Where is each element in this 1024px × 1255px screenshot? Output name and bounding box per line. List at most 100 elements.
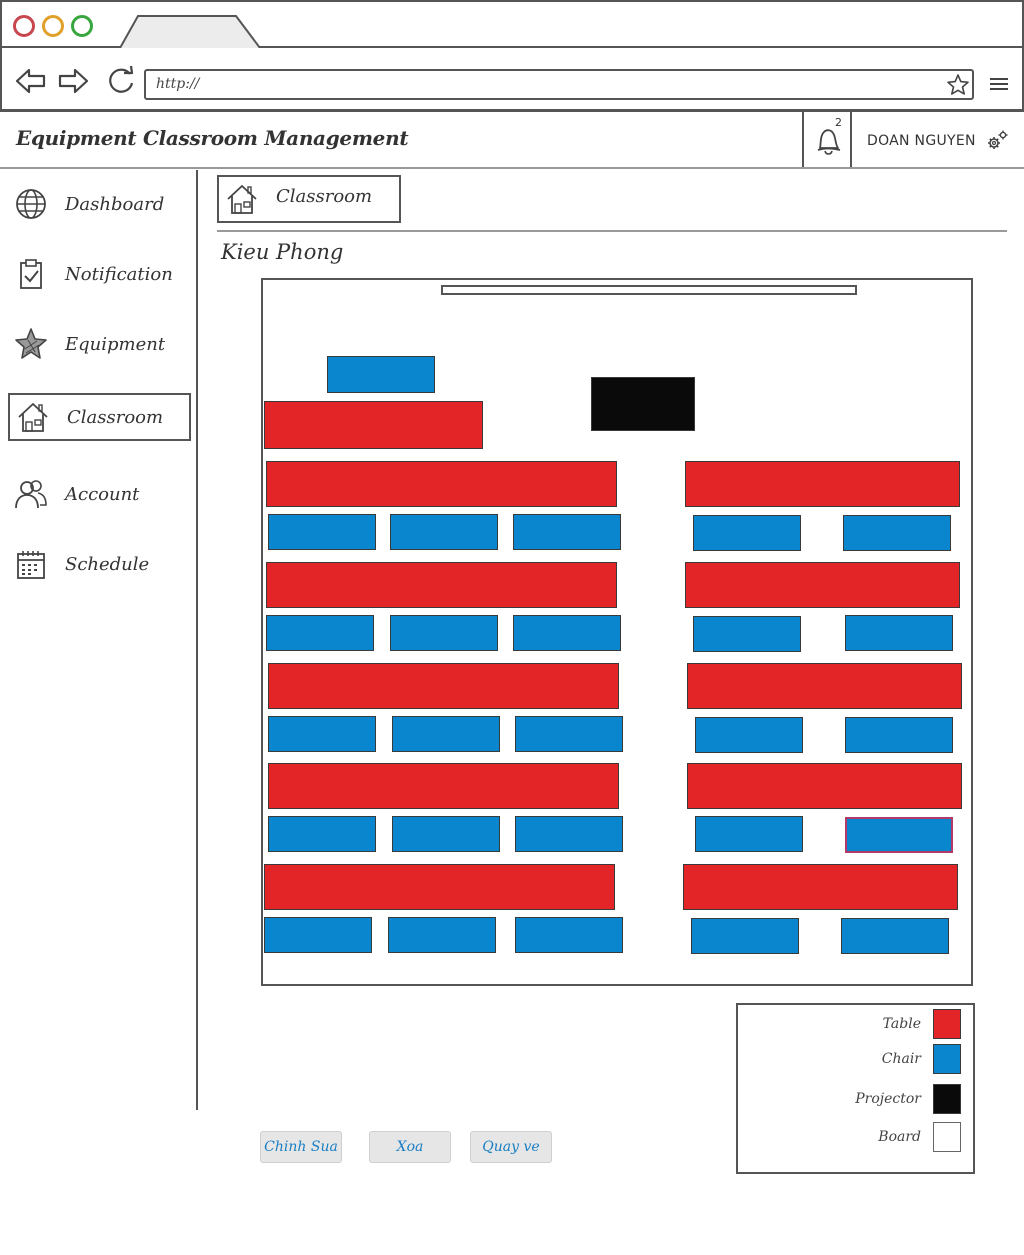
- student-chair[interactable]: [513, 514, 621, 550]
- student-chair[interactable]: [515, 917, 623, 953]
- student-chair[interactable]: [841, 918, 949, 954]
- delete-button[interactable]: Xoa: [369, 1131, 451, 1163]
- student-chair[interactable]: [266, 615, 374, 651]
- student-chair[interactable]: [843, 515, 951, 551]
- sidebar-item-label: Equipment: [65, 333, 166, 355]
- student-chair[interactable]: [515, 816, 623, 852]
- minimize-window-button[interactable]: [42, 15, 64, 37]
- header-divider: [850, 112, 852, 167]
- student-chair[interactable]: [693, 515, 801, 551]
- student-chair[interactable]: [268, 816, 376, 852]
- sidebar-item-account[interactable]: Account: [8, 470, 191, 518]
- legend-item-table: Table: [883, 1008, 961, 1040]
- student-chair[interactable]: [515, 716, 623, 752]
- student-chair-selected[interactable]: [845, 817, 953, 853]
- student-chair[interactable]: [268, 514, 376, 550]
- sidebar-item-label: Classroom: [67, 406, 164, 428]
- student-chair[interactable]: [695, 717, 803, 753]
- back-button[interactable]: Quay ve: [470, 1131, 552, 1163]
- house-icon: [227, 185, 257, 214]
- calendar-icon: [17, 551, 45, 579]
- student-table[interactable]: [266, 562, 617, 608]
- breadcrumb[interactable]: Classroom: [217, 175, 401, 223]
- student-table[interactable]: [264, 864, 615, 910]
- clipboard-check-icon: [20, 259, 42, 289]
- legend-label: Projector: [855, 1091, 921, 1107]
- student-table[interactable]: [687, 663, 962, 709]
- reload-icon[interactable]: [104, 64, 138, 98]
- student-chair[interactable]: [264, 917, 372, 953]
- divider: [217, 230, 1007, 232]
- student-table[interactable]: [687, 763, 962, 809]
- student-chair[interactable]: [388, 917, 496, 953]
- sidebar: Dashboard Notification Equipment Classro…: [0, 170, 198, 1110]
- forward-arrow-icon[interactable]: [56, 64, 90, 98]
- legend-label: Table: [882, 1016, 921, 1032]
- users-icon: [15, 480, 47, 509]
- url-text: http://: [156, 76, 200, 92]
- legend-label: Chair: [881, 1051, 921, 1067]
- sidebar-item-label: Account: [65, 483, 140, 505]
- teacher-table[interactable]: [264, 401, 483, 449]
- student-table[interactable]: [268, 663, 619, 709]
- board[interactable]: [441, 285, 857, 295]
- maximize-window-button[interactable]: [71, 15, 93, 37]
- url-input[interactable]: http://: [144, 69, 974, 100]
- browser-window: http://: [0, 0, 1024, 112]
- legend: Table Chair Projector Board: [736, 1003, 975, 1174]
- projector[interactable]: [591, 377, 695, 431]
- legend-item-projector: Projector: [855, 1083, 961, 1115]
- browser-toolbar: http://: [2, 48, 1022, 112]
- student-chair[interactable]: [845, 615, 953, 651]
- app-header: Equipment Classroom Management 2 DOAN NG…: [0, 112, 1024, 169]
- browser-title-bar: [2, 2, 1022, 48]
- sidebar-item-notification[interactable]: Notification: [8, 250, 191, 298]
- edit-button[interactable]: Chinh Sua: [260, 1131, 342, 1163]
- student-chair[interactable]: [390, 615, 498, 651]
- student-table[interactable]: [685, 461, 960, 507]
- page-title: Kieu Phong: [221, 240, 344, 264]
- student-chair[interactable]: [268, 716, 376, 752]
- app-title: Equipment Classroom Management: [16, 126, 409, 150]
- house-icon: [18, 403, 48, 432]
- close-window-button[interactable]: [13, 15, 35, 37]
- legend-item-chair: Chair: [882, 1043, 961, 1075]
- bookmark-star-icon[interactable]: [946, 73, 970, 97]
- classroom-layout: [261, 278, 973, 986]
- sidebar-item-label: Schedule: [65, 553, 150, 575]
- student-chair[interactable]: [513, 615, 621, 651]
- student-chair[interactable]: [390, 514, 498, 550]
- legend-label: Board: [878, 1129, 921, 1145]
- legend-swatch-chair: [933, 1044, 961, 1074]
- student-chair[interactable]: [845, 717, 953, 753]
- student-table[interactable]: [685, 562, 960, 608]
- student-table[interactable]: [268, 763, 619, 809]
- student-chair[interactable]: [392, 816, 500, 852]
- student-table[interactable]: [683, 864, 958, 910]
- student-chair[interactable]: [693, 616, 801, 652]
- breadcrumb-label: Classroom: [276, 186, 373, 207]
- sidebar-item-classroom[interactable]: Classroom: [8, 393, 191, 441]
- gear-icon[interactable]: [985, 128, 1009, 152]
- sidebar-item-label: Dashboard: [65, 193, 165, 215]
- student-chair[interactable]: [392, 716, 500, 752]
- student-chair[interactable]: [691, 918, 799, 954]
- legend-swatch-projector: [933, 1084, 961, 1114]
- browser-tab[interactable]: [120, 15, 260, 48]
- legend-swatch-board: [933, 1122, 961, 1152]
- back-arrow-icon[interactable]: [14, 64, 48, 98]
- sidebar-item-label: Notification: [65, 263, 173, 285]
- header-divider: [802, 112, 804, 167]
- hamburger-menu-icon[interactable]: [990, 76, 1008, 92]
- student-chair[interactable]: [695, 816, 803, 852]
- student-table[interactable]: [266, 461, 617, 507]
- sidebar-item-equipment[interactable]: Equipment: [8, 320, 191, 368]
- user-name[interactable]: DOAN NGUYEN: [867, 133, 976, 149]
- legend-item-board: Board: [878, 1121, 961, 1153]
- sidebar-item-schedule[interactable]: Schedule: [8, 540, 191, 588]
- sidebar-item-dashboard[interactable]: Dashboard: [8, 180, 191, 228]
- star-icon: [15, 328, 47, 359]
- teacher-chair[interactable]: [327, 356, 435, 393]
- notification-count: 2: [835, 116, 842, 129]
- globe-icon: [16, 189, 46, 219]
